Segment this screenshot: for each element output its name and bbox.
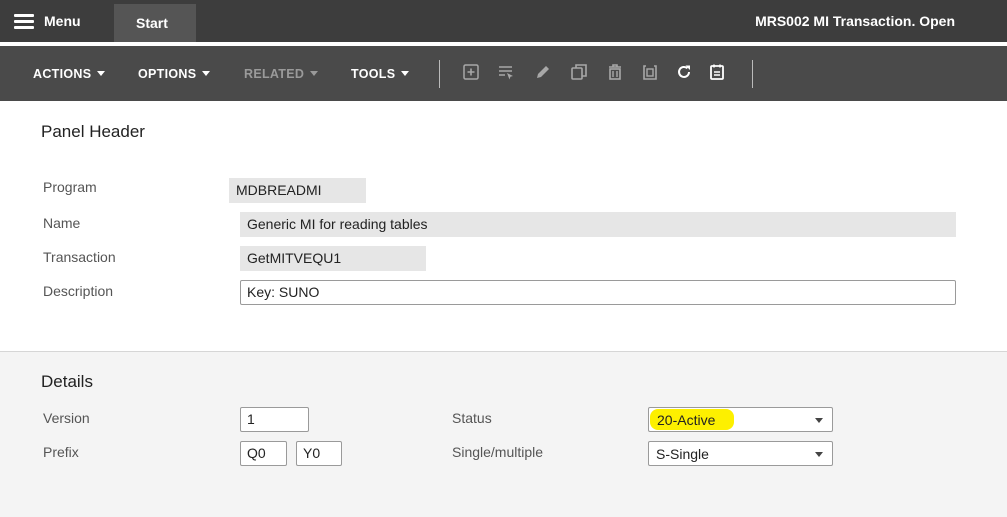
panel-header-title: Panel Header [41,122,145,141]
caret-down-icon [310,71,319,76]
prefix-label: Prefix [43,444,79,460]
single-multiple-select[interactable]: S-Single [648,441,833,466]
caret-down-icon [202,71,211,76]
copy-icon[interactable] [570,63,588,81]
details-title: Details [41,372,93,391]
tab-start[interactable]: Start [114,4,196,42]
status-select[interactable]: 20-Active [648,407,833,432]
dropdown-arrow-icon [815,452,823,457]
program-label: Program [43,179,97,195]
description-input[interactable]: Key: SUNO [240,280,956,305]
menu-label: Menu [44,13,81,29]
version-label: Version [43,410,90,426]
refresh-icon[interactable] [675,63,693,81]
name-field: Generic MI for reading tables [240,212,956,237]
hamburger-icon [14,14,34,29]
title-bar: Menu Start MRS002 MI Transaction. Open [0,0,1007,42]
menu-button[interactable]: Menu [0,0,112,42]
version-input[interactable]: 1 [240,407,309,432]
related-menu-label: RELATED [244,66,305,81]
toolbar-separator [752,60,753,88]
window-title: MRS002 MI Transaction. Open [755,13,955,29]
description-label: Description [43,283,114,299]
actions-menu-label: ACTIONS [33,66,92,81]
status-value: 20-Active [657,412,716,428]
options-menu-label: OPTIONS [138,66,197,81]
caret-down-icon [97,71,106,76]
select-list-icon[interactable] [497,63,515,81]
paste-icon[interactable] [641,63,659,81]
toolbar: ACTIONS OPTIONS RELATED TOOLS [0,46,1007,101]
caret-down-icon [401,71,410,76]
dropdown-arrow-icon [815,418,823,423]
delete-icon[interactable] [606,63,624,81]
details-section [0,351,1007,517]
start-tab-label: Start [136,15,168,31]
add-icon[interactable] [462,63,480,81]
actions-menu[interactable]: ACTIONS [33,46,106,101]
name-label: Name [43,215,81,231]
program-field: MDBREADMI [229,178,366,203]
prefix-input-1[interactable]: Q0 [240,441,287,466]
tools-menu[interactable]: TOOLS [351,46,410,101]
tools-menu-label: TOOLS [351,66,396,81]
single-multiple-value: S-Single [656,446,709,462]
single-multiple-label: Single/multiple [452,444,544,460]
options-menu[interactable]: OPTIONS [138,46,211,101]
status-label: Status [452,410,492,426]
related-menu[interactable]: RELATED [244,46,319,101]
notes-icon[interactable] [708,63,726,81]
toolbar-separator [439,60,440,88]
transaction-field: GetMITVEQU1 [240,246,426,271]
edit-icon[interactable] [534,63,552,81]
transaction-label: Transaction [43,249,116,265]
prefix-input-2[interactable]: Y0 [296,441,342,466]
